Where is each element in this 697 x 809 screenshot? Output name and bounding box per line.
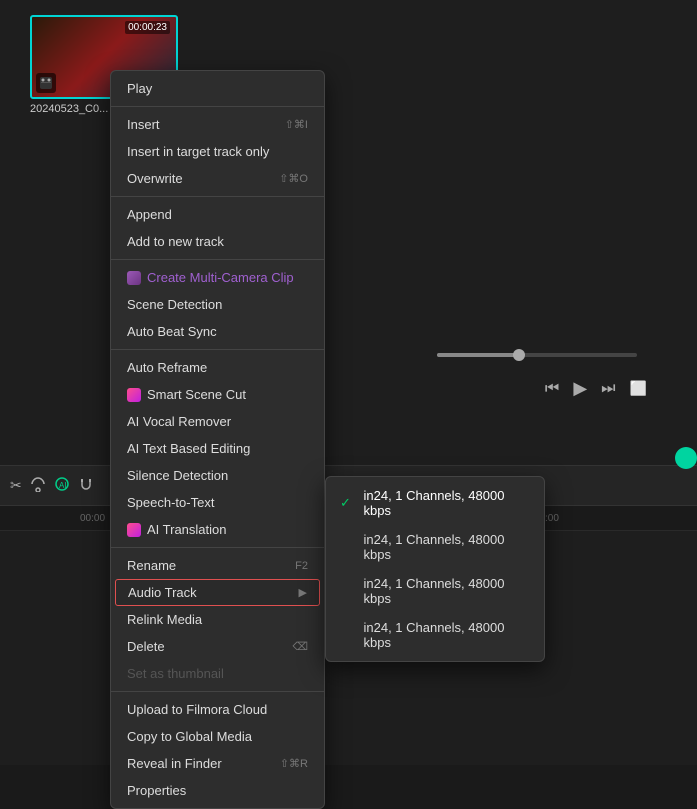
menu-label-ai-text-editing: AI Text Based Editing	[127, 441, 250, 456]
submenu-label-track-4: in24, 1 Channels, 48000 kbps	[363, 620, 530, 650]
checkmark-track-1: ✓	[340, 495, 355, 511]
menu-item-smart-scene-cut[interactable]: Smart Scene Cut	[111, 381, 324, 408]
audio-track-arrow-icon: ▶	[299, 586, 307, 599]
audio-track-submenu: ✓ in24, 1 Channels, 48000 kbps in24, 1 C…	[325, 476, 545, 662]
submenu-track-3[interactable]: in24, 1 Channels, 48000 kbps	[326, 569, 544, 613]
submenu-track-2[interactable]: in24, 1 Channels, 48000 kbps	[326, 525, 544, 569]
menu-label-rename: Rename	[127, 558, 176, 573]
menu-item-insert-target[interactable]: Insert in target track only	[111, 138, 324, 165]
context-menu: Play Insert ⇧⌘I Insert in target track o…	[110, 70, 325, 809]
next-frame-button[interactable]: ⏭	[601, 380, 615, 398]
thumbnail-clip-icon	[36, 73, 56, 93]
shortcut-overwrite: ⇧⌘O	[279, 172, 308, 185]
separator-3	[111, 259, 324, 260]
menu-label-play: Play	[127, 81, 152, 96]
menu-item-properties[interactable]: Properties	[111, 777, 324, 804]
ai-translation-icon	[127, 523, 141, 537]
menu-item-copy-global[interactable]: Copy to Global Media	[111, 723, 324, 750]
menu-label-ai-vocal-remover: AI Vocal Remover	[127, 414, 231, 429]
menu-item-append[interactable]: Append	[111, 201, 324, 228]
thumbnail-timer: 00:00:23	[125, 21, 170, 34]
play-button[interactable]: ▶	[573, 378, 587, 399]
menu-item-speech-to-text[interactable]: Speech-to-Text	[111, 489, 324, 516]
progress-handle[interactable]	[513, 349, 525, 361]
shortcut-insert: ⇧⌘I	[285, 118, 308, 131]
menu-label-overwrite: Overwrite	[127, 171, 183, 186]
menu-label-upload-cloud: Upload to Filmora Cloud	[127, 702, 267, 717]
menu-label-set-thumbnail: Set as thumbnail	[127, 666, 224, 681]
menu-item-ai-text-editing[interactable]: AI Text Based Editing	[111, 435, 324, 462]
shortcut-delete: ⌫	[292, 640, 308, 653]
scissors-icon[interactable]: ✂	[10, 477, 22, 494]
submenu-track-4[interactable]: in24, 1 Channels, 48000 kbps	[326, 613, 544, 657]
menu-label-ai-translation: AI Translation	[147, 522, 227, 537]
menu-item-multi-camera[interactable]: Create Multi-Camera Clip	[111, 264, 324, 291]
player-controls: ⏮ ▶ ⏭ ⬜	[545, 378, 647, 399]
menu-label-copy-global: Copy to Global Media	[127, 729, 252, 744]
menu-item-add-new-track[interactable]: Add to new track	[111, 228, 324, 255]
menu-item-scene-detection[interactable]: Scene Detection	[111, 291, 324, 318]
menu-label-auto-reframe: Auto Reframe	[127, 360, 207, 375]
menu-item-ai-vocal-remover[interactable]: AI Vocal Remover	[111, 408, 324, 435]
submenu-label-track-1: in24, 1 Channels, 48000 kbps	[363, 488, 530, 518]
menu-label-append: Append	[127, 207, 172, 222]
menu-label-insert: Insert	[127, 117, 160, 132]
menu-label-speech-to-text: Speech-to-Text	[127, 495, 214, 510]
submenu-label-track-2: in24, 1 Channels, 48000 kbps	[363, 532, 530, 562]
prev-frame-button[interactable]: ⏮	[545, 380, 559, 398]
progress-bar[interactable]	[437, 353, 637, 357]
smart-scene-cut-icon	[127, 388, 141, 402]
menu-item-relink-media[interactable]: Relink Media	[111, 606, 324, 633]
menu-label-properties: Properties	[127, 783, 186, 798]
shortcut-reveal: ⇧⌘R	[280, 757, 308, 770]
shortcut-rename: F2	[295, 560, 308, 572]
menu-label-multi-camera: Create Multi-Camera Clip	[147, 270, 294, 285]
menu-item-overwrite[interactable]: Overwrite ⇧⌘O	[111, 165, 324, 192]
menu-label-audio-track: Audio Track	[128, 585, 197, 600]
tool-icon-3[interactable]: AI	[54, 476, 70, 495]
progress-fill	[437, 353, 517, 357]
menu-item-reveal-finder[interactable]: Reveal in Finder ⇧⌘R	[111, 750, 324, 777]
menu-label-insert-target: Insert in target track only	[127, 144, 269, 159]
menu-item-insert[interactable]: Insert ⇧⌘I	[111, 111, 324, 138]
separator-4	[111, 349, 324, 350]
separator-5	[111, 547, 324, 548]
menu-label-smart-scene-cut: Smart Scene Cut	[147, 387, 246, 402]
tool-icon-2[interactable]	[30, 476, 46, 495]
menu-item-auto-reframe[interactable]: Auto Reframe	[111, 354, 324, 381]
menu-item-set-thumbnail: Set as thumbnail	[111, 660, 324, 687]
menu-label-relink-media: Relink Media	[127, 612, 202, 627]
menu-label-auto-beat-sync: Auto Beat Sync	[127, 324, 217, 339]
separator-1	[111, 106, 324, 107]
ruler-mark-0: 00:00	[80, 513, 105, 524]
menu-item-ai-translation[interactable]: AI Translation	[111, 516, 324, 543]
svg-text:AI: AI	[59, 481, 67, 490]
menu-label-reveal-finder: Reveal in Finder	[127, 756, 222, 771]
menu-label-scene-detection: Scene Detection	[127, 297, 222, 312]
multi-camera-icon	[127, 271, 141, 285]
cyan-action-button[interactable]	[675, 447, 697, 469]
menu-item-rename[interactable]: Rename F2	[111, 552, 324, 579]
menu-item-play[interactable]: Play	[111, 75, 324, 102]
menu-label-add-new-track: Add to new track	[127, 234, 224, 249]
menu-item-upload-cloud[interactable]: Upload to Filmora Cloud	[111, 696, 324, 723]
menu-item-audio-track[interactable]: Audio Track ▶	[115, 579, 320, 606]
submenu-label-track-3: in24, 1 Channels, 48000 kbps	[363, 576, 530, 606]
menu-item-auto-beat-sync[interactable]: Auto Beat Sync	[111, 318, 324, 345]
separator-6	[111, 691, 324, 692]
menu-label-delete: Delete	[127, 639, 165, 654]
separator-2	[111, 196, 324, 197]
magnet-icon[interactable]	[78, 476, 94, 495]
submenu-track-1[interactable]: ✓ in24, 1 Channels, 48000 kbps	[326, 481, 544, 525]
fullscreen-button[interactable]: ⬜	[630, 380, 647, 397]
menu-item-delete[interactable]: Delete ⌫	[111, 633, 324, 660]
menu-label-silence-detection: Silence Detection	[127, 468, 228, 483]
menu-item-silence-detection[interactable]: Silence Detection	[111, 462, 324, 489]
